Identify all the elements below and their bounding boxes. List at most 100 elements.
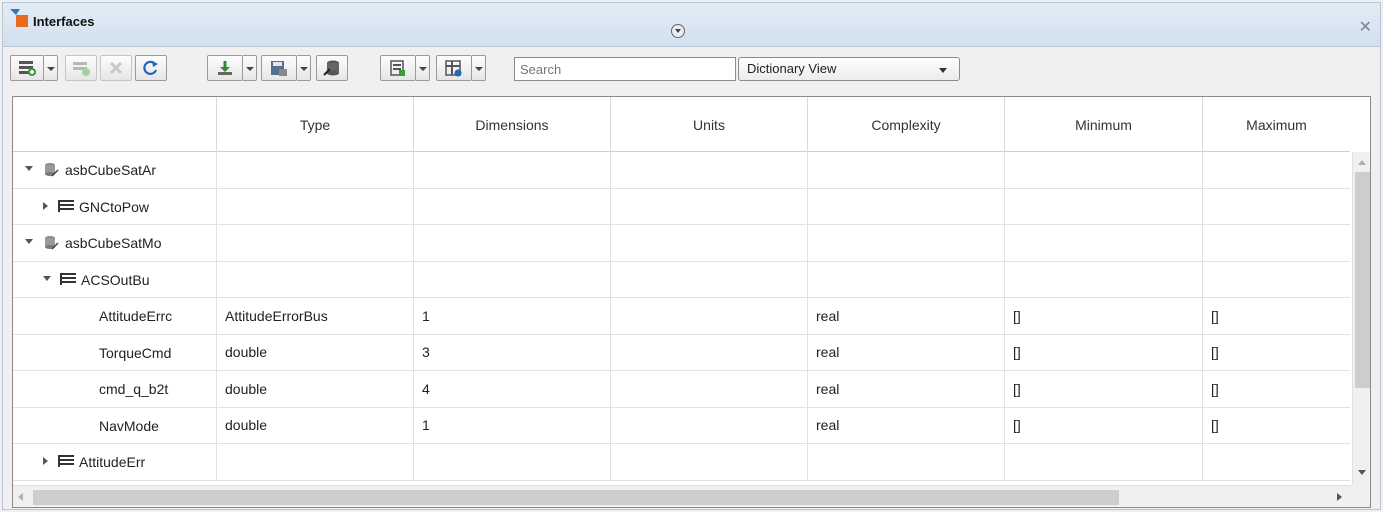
table-row[interactable]: asbCubeSatAr [13,152,1350,189]
table-row[interactable]: AttitudeErrc AttitudeErrorBus 1 real [] … [13,298,1350,335]
column-header-maximum[interactable]: Maximum [1203,97,1350,152]
horizontal-scrollbar[interactable] [13,485,1352,507]
import-dropdown[interactable] [243,55,257,81]
row-minimum[interactable] [1005,444,1203,480]
row-dimensions[interactable] [414,152,611,188]
column-view-button[interactable] [436,55,472,81]
row-maximum[interactable] [1203,189,1350,225]
row-maximum[interactable]: [] [1203,371,1350,407]
row-units[interactable] [611,261,808,297]
scroll-down-icon[interactable] [1358,470,1366,475]
row-units[interactable] [611,225,808,261]
link-dictionary-button[interactable] [316,55,348,81]
view-options-dropdown[interactable] [416,55,430,81]
row-dimensions[interactable] [414,444,611,480]
horizontal-scroll-thumb[interactable] [33,490,1119,505]
expand-toggle[interactable] [43,275,51,281]
row-complexity[interactable] [808,152,1005,188]
row-units[interactable] [611,371,808,407]
row-dimensions[interactable]: 4 [414,371,611,407]
add-interface-dropdown[interactable] [44,55,58,81]
row-type[interactable]: double [217,334,414,370]
column-header-units[interactable]: Units [611,97,808,152]
row-dimensions[interactable]: 1 [414,298,611,334]
vertical-scrollbar[interactable] [1352,152,1370,485]
row-minimum[interactable]: [] [1005,407,1203,443]
row-complexity[interactable]: real [808,334,1005,370]
row-minimum[interactable] [1005,152,1203,188]
close-icon[interactable]: ✕ [1359,17,1372,37]
row-minimum[interactable]: [] [1005,371,1203,407]
row-complexity[interactable] [808,188,1005,224]
row-maximum[interactable] [1203,152,1350,188]
row-type[interactable]: double [217,371,414,407]
column-header-type[interactable]: Type [217,97,414,152]
view-mode-select[interactable]: Dictionary View [738,57,960,81]
column-header-name[interactable] [13,97,217,152]
view-options-button[interactable] [380,55,416,81]
row-maximum[interactable]: [] [1203,298,1350,334]
scroll-right-icon[interactable] [1337,493,1342,501]
add-interface-button[interactable] [10,55,44,81]
row-complexity[interactable]: real [808,298,1005,334]
table-row[interactable]: cmd_q_b2t double 4 real [] [] [13,371,1350,408]
row-units[interactable] [611,407,808,443]
row-minimum[interactable] [1005,261,1203,297]
row-dimensions[interactable]: 1 [414,407,611,443]
row-type[interactable] [217,444,414,480]
import-button[interactable] [207,55,243,81]
row-dimensions[interactable] [414,225,611,261]
refresh-button[interactable] [135,55,167,81]
row-units[interactable] [611,444,808,480]
row-complexity[interactable] [808,444,1005,480]
add-element-button[interactable] [65,55,97,81]
table-row[interactable]: NavMode double 1 real [] [] [13,407,1350,444]
save-dropdown[interactable] [297,55,311,81]
table-row[interactable]: GNCtoPow [13,188,1350,225]
row-type[interactable] [217,188,414,224]
row-complexity[interactable] [808,261,1005,297]
table-row[interactable]: AttitudeErr [13,444,1350,481]
row-units[interactable] [611,188,808,224]
row-units[interactable] [611,334,808,370]
row-maximum[interactable]: [] [1203,408,1350,444]
row-dimensions[interactable]: 3 [414,334,611,370]
row-maximum[interactable]: [] [1203,335,1350,371]
table-row[interactable]: ACSOutBu [13,261,1350,298]
row-minimum[interactable]: [] [1005,334,1203,370]
row-type[interactable] [217,261,414,297]
expand-toggle[interactable] [25,166,33,171]
column-header-complexity[interactable]: Complexity [808,97,1005,152]
row-complexity[interactable]: real [808,407,1005,443]
row-minimum[interactable]: [] [1005,298,1203,334]
row-maximum[interactable] [1203,444,1350,480]
collapse-toolstrip-button[interactable] [671,24,685,38]
column-header-minimum[interactable]: Minimum [1005,97,1203,152]
search-input[interactable] [514,57,736,81]
column-header-dimensions[interactable]: Dimensions [414,97,611,152]
scroll-left-icon[interactable] [18,493,23,501]
expand-toggle[interactable] [43,457,48,465]
row-units[interactable] [611,152,808,188]
table-row[interactable]: TorqueCmd double 3 real [] [] [13,334,1350,371]
row-complexity[interactable]: real [808,371,1005,407]
row-complexity[interactable] [808,225,1005,261]
row-type[interactable]: AttitudeErrorBus [217,298,414,334]
row-dimensions[interactable] [414,261,611,297]
row-type[interactable] [217,225,414,261]
row-units[interactable] [611,298,808,334]
column-view-dropdown[interactable] [472,55,486,81]
row-type[interactable] [217,152,414,188]
row-maximum[interactable] [1203,225,1350,261]
row-minimum[interactable] [1005,188,1203,224]
expand-toggle[interactable] [25,239,33,244]
delete-button[interactable] [100,55,132,81]
save-to-dictionary-button[interactable] [261,55,297,81]
expand-toggle[interactable] [43,201,48,210]
row-minimum[interactable] [1005,225,1203,261]
table-row[interactable]: asbCubeSatMo [13,225,1350,262]
row-maximum[interactable] [1203,262,1350,298]
scroll-up-icon[interactable] [1358,160,1366,165]
row-type[interactable]: double [217,407,414,443]
vertical-scroll-thumb[interactable] [1355,172,1370,388]
